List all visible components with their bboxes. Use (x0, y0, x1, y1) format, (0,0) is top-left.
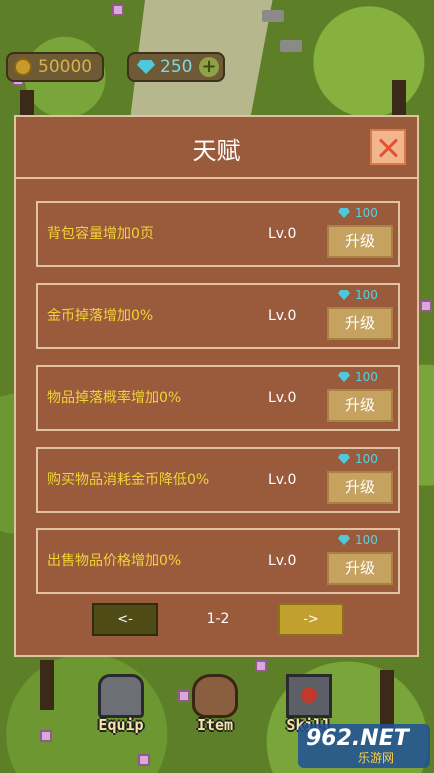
talent-row: 出售物品价格增加0% Lv.0 100 升级 (36, 528, 400, 594)
upgrade-button[interactable]: 升级 (327, 225, 393, 258)
gem-icon (338, 208, 350, 218)
watermark-main: 962.NET (306, 726, 409, 751)
talent-level: Lv.0 (268, 226, 297, 242)
upgrade-cost: 100 (338, 452, 378, 466)
gem-icon (338, 290, 350, 300)
talent-level: Lv.0 (268, 390, 297, 406)
gem-icon (338, 372, 350, 382)
gem-icon (338, 535, 350, 545)
prev-page-button[interactable]: <- (92, 603, 158, 636)
talent-name: 背包容量增加0页 (47, 226, 154, 242)
talent-level: Lv.0 (268, 553, 297, 569)
nav-item-label: Item (196, 716, 234, 734)
nav-equip[interactable]: Equip (90, 672, 152, 742)
gem-icon (137, 60, 155, 74)
upgrade-cost: 100 (338, 288, 378, 302)
coin-icon (14, 58, 32, 76)
next-page-button[interactable]: -> (278, 603, 344, 636)
upgrade-button[interactable]: 升级 (327, 552, 393, 585)
gold-counter: 50000 (6, 52, 104, 82)
site-watermark: 962.NET 乐游网 (298, 724, 430, 768)
gem-amount: 250 (160, 57, 193, 77)
dialog-header: 天赋 (16, 117, 417, 179)
armor-icon (98, 674, 144, 718)
add-gems-icon[interactable]: + (199, 57, 219, 77)
talent-row: 背包容量增加0页 Lv.0 100 升级 (36, 201, 400, 267)
bag-icon (192, 674, 238, 718)
talent-name: 物品掉落概率增加0% (47, 390, 182, 406)
upgrade-button[interactable]: 升级 (327, 307, 393, 340)
talent-dialog: 天赋 背包容量增加0页 Lv.0 100 升级 金币掉落增加0% Lv.0 10… (14, 115, 419, 657)
talent-row: 金币掉落增加0% Lv.0 100 升级 (36, 283, 400, 349)
upgrade-cost: 100 (338, 206, 378, 220)
talent-level: Lv.0 (268, 472, 297, 488)
skill-book-icon (286, 674, 332, 718)
upgrade-cost: 100 (338, 533, 378, 547)
talent-name: 购买物品消耗金币降低0% (47, 472, 210, 488)
talent-name: 出售物品价格增加0% (47, 553, 182, 569)
upgrade-cost: 100 (338, 370, 378, 384)
upgrade-button[interactable]: 升级 (327, 471, 393, 504)
nav-equip-label: Equip (98, 716, 144, 734)
dialog-title: 天赋 (192, 137, 241, 165)
gem-counter: 250 + (127, 52, 225, 82)
upgrade-button[interactable]: 升级 (327, 389, 393, 422)
talent-name: 金币掉落增加0% (47, 308, 154, 324)
talent-row: 物品掉落概率增加0% Lv.0 100 升级 (36, 365, 400, 431)
talent-level: Lv.0 (268, 308, 297, 324)
nav-item[interactable]: Item (184, 672, 246, 742)
watermark-sub: 乐游网 (358, 751, 395, 765)
gem-icon (338, 454, 350, 464)
close-button[interactable] (370, 129, 406, 165)
talent-row: 购买物品消耗金币降低0% Lv.0 100 升级 (36, 447, 400, 513)
gold-amount: 50000 (38, 57, 93, 77)
page-indicator: 1-2 (206, 611, 230, 627)
